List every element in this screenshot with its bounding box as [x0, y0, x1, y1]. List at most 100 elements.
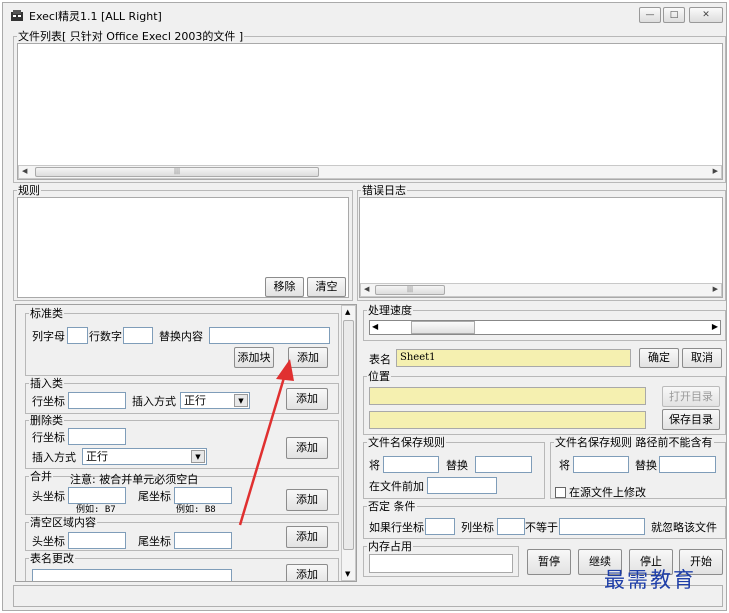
error-log-legend: 错误日志 — [362, 184, 406, 197]
row-number-label: 行数字 — [89, 330, 122, 343]
slider-right-icon[interactable]: ▶ — [712, 322, 718, 331]
delete-mode-label: 插入方式 — [32, 451, 76, 464]
slider-left-icon[interactable]: ◀ — [372, 322, 378, 331]
insert-row-input[interactable] — [68, 392, 126, 409]
main-window: Execl精灵1.1 [ALL Right] — □ ✕ 文件列表[ 只针对 O… — [2, 2, 727, 611]
save-dir-path[interactable] — [369, 411, 646, 429]
clear-area-legend: 清空区域内容 — [30, 516, 96, 529]
ignore-file-label: 就忽略该文件 — [651, 521, 717, 534]
title-bar: Execl精灵1.1 [ALL Right] — □ ✕ — [3, 3, 726, 29]
insert-mode-label: 插入方式 — [132, 395, 176, 408]
rule1-will-label: 将 — [369, 459, 380, 472]
merge-legend: 合并 — [30, 470, 52, 483]
replace-content-input[interactable] — [209, 327, 330, 344]
progress-slider[interactable]: ◀ ▶ — [369, 320, 721, 335]
clear-button[interactable]: 清空 — [307, 277, 346, 297]
delete-row-label: 行坐标 — [32, 431, 65, 444]
delete-legend: 删除类 — [30, 414, 63, 427]
rule2-replace-label: 替换 — [635, 459, 657, 472]
rule1-to-input[interactable] — [475, 456, 532, 473]
not-equal-label: 不等于 — [525, 521, 558, 534]
window-title: Execl精灵1.1 [ALL Right] — [29, 10, 162, 23]
merge-head-input[interactable] — [68, 487, 126, 504]
negate-col-input[interactable] — [497, 518, 525, 535]
watermark: 最需教育 — [604, 568, 696, 592]
negate-row-label: 如果行坐标 — [369, 521, 424, 534]
memory-usage-bar — [369, 554, 513, 573]
insert-mode-value: 正行 — [184, 394, 206, 407]
scroll-right-icon[interactable]: ▶ — [713, 285, 718, 293]
progress-legend: 处理速度 — [368, 304, 412, 317]
minimize-button[interactable]: — — [639, 7, 661, 23]
error-log[interactable]: ◀ ||| ▶ — [359, 197, 723, 298]
open-dir-path[interactable] — [369, 387, 646, 405]
insert-row-label: 行坐标 — [32, 395, 65, 408]
scroll-down-icon[interactable]: ▼ — [345, 570, 350, 578]
scroll-thumb[interactable]: ||| — [35, 167, 319, 177]
insert-legend: 插入类 — [30, 377, 63, 390]
rules-editor-panel: ▲ ▼ 标准类 列字母 行数字 替换内容 添加块 添加 插入类 行坐标 插入方式… — [15, 304, 357, 582]
rules-legend: 规则 — [18, 184, 40, 197]
sheet-ok-button[interactable]: 确定 — [639, 348, 679, 368]
rule2-will-label: 将 — [559, 459, 570, 472]
filename-rule2-legend: 文件名保存规则 路径前不能含有 — [555, 436, 713, 449]
sheet-rename-input[interactable] — [32, 569, 232, 581]
negate-row-input[interactable] — [425, 518, 455, 535]
negate-value-input[interactable] — [559, 518, 645, 535]
delete-mode-value: 正行 — [86, 450, 108, 463]
clear-tail-label: 尾坐标 — [138, 535, 171, 548]
scroll-up-icon[interactable]: ▲ — [345, 308, 350, 316]
save-dir-button[interactable]: 保存目录 — [662, 409, 720, 430]
modify-source-label: 在源文件上修改 — [569, 486, 646, 499]
rule2-from-input[interactable] — [573, 456, 629, 473]
rule1-prefix-label: 在文件前加 — [369, 480, 424, 493]
rule1-from-input[interactable] — [383, 456, 439, 473]
merge-tail-input[interactable] — [174, 487, 232, 504]
close-button[interactable]: ✕ — [689, 7, 723, 23]
pause-button[interactable]: 暂停 — [527, 549, 571, 575]
merge-tail-label: 尾坐标 — [138, 490, 171, 503]
row-number-input[interactable] — [123, 327, 153, 344]
col-letter-label: 列字母 — [32, 330, 65, 343]
col-letter-input[interactable] — [67, 327, 88, 344]
file-list-hscrollbar[interactable]: ◀ ||| ▶ — [18, 165, 722, 179]
scroll-thumb[interactable]: ||| — [375, 285, 445, 295]
clear-tail-input[interactable] — [174, 532, 232, 549]
chevron-down-icon: ▼ — [191, 450, 205, 463]
negate-col-label: 列坐标 — [461, 521, 494, 534]
scroll-right-icon[interactable]: ▶ — [713, 167, 718, 175]
app-icon — [11, 10, 23, 21]
file-list[interactable]: ◀ ||| ▶ — [17, 43, 723, 180]
negate-legend: 否定 条件 — [368, 500, 416, 513]
remove-button[interactable]: 移除 — [265, 277, 304, 297]
location-legend: 位置 — [368, 370, 390, 383]
scroll-thumb[interactable] — [343, 320, 354, 550]
memory-legend: 内存占用 — [368, 540, 412, 553]
sheet-rename-add-button[interactable]: 添加 — [286, 564, 328, 581]
sheet-cancel-button[interactable]: 取消 — [682, 348, 722, 368]
merge-note: 注意: 被合并单元必须空白 — [70, 473, 199, 486]
rule1-prefix-input[interactable] — [427, 477, 497, 494]
merge-head-label: 头坐标 — [32, 490, 65, 503]
delete-mode-select[interactable]: 正行 ▼ — [82, 448, 207, 465]
clear-head-input[interactable] — [68, 532, 126, 549]
error-log-hscrollbar[interactable]: ◀ ||| ▶ — [360, 283, 722, 297]
sheet-name-input[interactable]: Sheet1 — [396, 349, 631, 367]
clear-head-label: 头坐标 — [32, 535, 65, 548]
annotation-arrow-icon — [238, 359, 294, 526]
scroll-left-icon[interactable]: ◀ — [364, 285, 369, 293]
rule2-to-input[interactable] — [659, 456, 716, 473]
sheet-name-label: 表名 — [369, 353, 391, 366]
slider-thumb[interactable] — [411, 321, 475, 334]
merge-example-tail: 例如: B8 — [176, 505, 216, 515]
filename-rule1-legend: 文件名保存规则 — [368, 436, 445, 449]
open-dir-button[interactable]: 打开目录 — [662, 386, 720, 407]
panel-vscrollbar[interactable]: ▲ ▼ — [341, 305, 356, 581]
scroll-left-icon[interactable]: ◀ — [22, 167, 27, 175]
standard-legend: 标准类 — [30, 307, 63, 320]
file-list-legend: 文件列表[ 只针对 Office Execl 2003的文件 ] — [18, 30, 244, 43]
modify-source-checkbox[interactable] — [555, 487, 566, 498]
maximize-button[interactable]: □ — [663, 7, 685, 23]
delete-row-input[interactable] — [68, 428, 126, 445]
replace-content-label: 替换内容 — [159, 330, 203, 343]
